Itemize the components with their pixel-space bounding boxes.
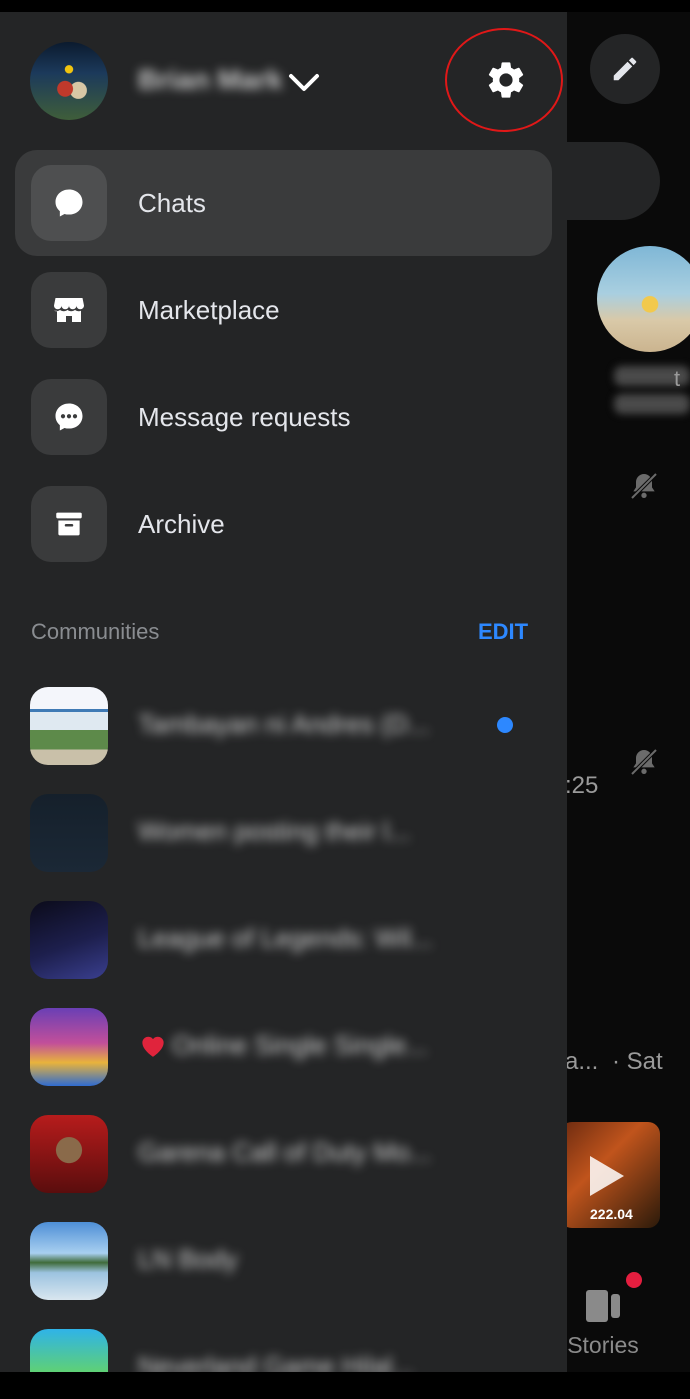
community-thumbnail (30, 1222, 108, 1300)
community-item[interactable]: LN Body (0, 1222, 567, 1329)
community-name: League of Legends: Wil... (138, 923, 433, 953)
stories-icon (586, 1290, 620, 1322)
community-item[interactable]: Online Single Single... (0, 1008, 567, 1115)
community-item[interactable]: League of Legends: Wil... (0, 901, 567, 1008)
message-dots-icon (31, 379, 107, 455)
contact-name-fragment: t (674, 366, 681, 391)
pencil-icon (613, 57, 637, 81)
community-thumbnail (30, 901, 108, 979)
community-name: Tambayan ni Andres (D... (138, 709, 430, 739)
profile-name[interactable]: Brian Mark (138, 64, 283, 96)
community-item[interactable]: Neverland Game Hilal... (0, 1329, 567, 1372)
settings-button[interactable] (478, 52, 534, 108)
heart-icon (142, 1036, 164, 1057)
edit-communities-button[interactable]: EDIT (478, 619, 528, 645)
community-name: Women posting their l... (138, 816, 411, 846)
community-name: Garena Call of Duty Mo... (138, 1137, 432, 1167)
nav-item-label: Chats (138, 188, 206, 218)
community-thumbnail (30, 687, 108, 765)
navigation-bar-area (0, 1372, 690, 1399)
nav-item-archive[interactable]: Archive (15, 471, 552, 577)
community-item[interactable]: Garena Call of Duty Mo... (0, 1115, 567, 1222)
community-item[interactable]: Women posting their l... (0, 794, 567, 901)
community-thumbnail (30, 1329, 108, 1372)
navigation-drawer: Brian Mark Chats Marketplace Message req… (0, 12, 567, 1372)
muted-bell-icon (630, 748, 658, 776)
chat-timestamp: :25 (565, 772, 599, 799)
community-name: Online Single Single... (172, 1030, 428, 1060)
play-icon (590, 1156, 624, 1196)
search-bar[interactable] (560, 142, 660, 220)
tab-stories[interactable]: Stories (560, 1272, 650, 1360)
nav-item-label: Archive (138, 509, 225, 539)
community-name: LN Body (138, 1244, 238, 1274)
nav-item-label: Marketplace (138, 295, 280, 325)
community-thumbnail (30, 1115, 108, 1193)
unread-indicator (497, 717, 513, 733)
video-thumbnail[interactable]: 222.04 (560, 1122, 660, 1228)
community-thumbnail (30, 1008, 108, 1086)
chat-bubble-icon (31, 165, 107, 241)
avatar[interactable] (30, 42, 108, 120)
communities-heading: Communities (31, 619, 160, 644)
status-bar-area (0, 0, 690, 12)
chevron-down-icon[interactable] (286, 68, 322, 96)
video-thumbnail-text: 222.04 (590, 1206, 633, 1222)
community-thumbnail (30, 794, 108, 872)
gear-icon (488, 62, 524, 98)
notification-dot (626, 1272, 642, 1288)
chat-timestamp: · Sat (612, 1048, 663, 1075)
compose-button[interactable] (590, 34, 660, 104)
nav-item-chats[interactable]: Chats (15, 150, 552, 256)
community-item[interactable]: Tambayan ni Andres (D... (0, 687, 567, 794)
muted-bell-icon (630, 472, 658, 500)
contact-name-blurred (614, 394, 690, 414)
nav-item-marketplace[interactable]: Marketplace (15, 257, 552, 363)
chat-preview-fragment: a... (565, 1048, 599, 1075)
tab-stories-label: Stories (567, 1332, 639, 1358)
nav-item-message-requests[interactable]: Message requests (15, 364, 552, 470)
messenger-screen: t :25 a... · Sat 222.04 Stories Brian Ma… (0, 0, 690, 1399)
archive-box-icon (31, 486, 107, 562)
community-name: Neverland Game Hilal... (138, 1351, 414, 1372)
nav-item-label: Message requests (138, 402, 351, 432)
storefront-icon (31, 272, 107, 348)
